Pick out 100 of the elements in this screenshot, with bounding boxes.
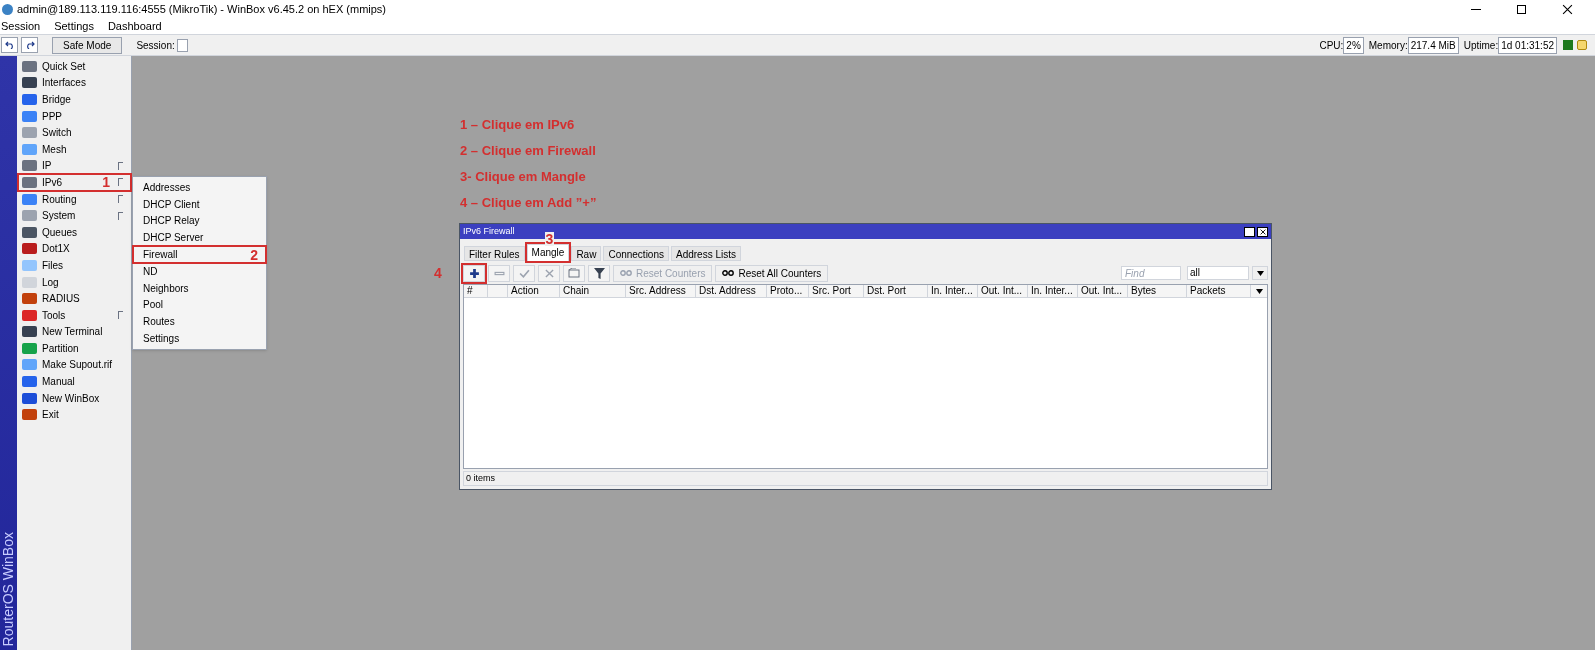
menu-bar-item[interactable]: Dashboard [107, 17, 162, 35]
menu-item[interactable]: Bridge [18, 91, 131, 108]
uptime-value: 1d 01:31:52 [1498, 36, 1557, 54]
filter-icon[interactable] [588, 264, 610, 282]
undo-icon[interactable] [1, 37, 18, 53]
menu-icon [22, 60, 37, 72]
menu-item[interactable]: IP [18, 157, 131, 175]
menu-item[interactable]: Interfaces [18, 74, 131, 92]
menu-bar-item[interactable]: Session [1, 17, 41, 35]
close-icon[interactable] [1257, 226, 1268, 237]
window-title: admin@189.113.119.116:4555 (MikroTik) - WinBox v6.45.2 on hEX (mmips) [17, 1, 388, 17]
menu-item[interactable]: Mesh [18, 140, 131, 158]
submenu-item[interactable]: Pool [133, 296, 266, 314]
column-header[interactable]: Dst. Address [696, 285, 767, 297]
column-header[interactable]: Packets [1187, 285, 1251, 297]
tab[interactable]: Address Lists [671, 246, 742, 261]
find-field[interactable]: Find [1121, 266, 1181, 280]
session-label: Session: [136, 38, 175, 53]
submenu-item[interactable]: Settings [133, 330, 266, 347]
menu-icon [22, 77, 37, 89]
reset-all-counters-button[interactable]: Reset All Counters [715, 264, 829, 282]
menu-icon [22, 143, 37, 155]
menu-item[interactable]: Partition [18, 340, 131, 357]
menu-icon [22, 193, 37, 205]
submenu-item[interactable]: DHCP Server [133, 229, 266, 247]
tab[interactable]: Filter Rules [464, 246, 525, 261]
memory-label: Memory: [1368, 38, 1408, 53]
submenu-item[interactable]: Routes [133, 313, 266, 331]
menu-item[interactable]: Log [18, 273, 131, 291]
minimize-icon[interactable] [1471, 8, 1481, 10]
cpu-label: CPU: [1319, 38, 1344, 53]
column-header[interactable]: Dst. Port [864, 285, 928, 297]
maximize-icon[interactable] [1244, 226, 1255, 237]
menu-item[interactable]: IPv6 1 [18, 174, 131, 191]
restore-icon[interactable] [1517, 4, 1526, 14]
redo-icon[interactable] [21, 37, 38, 53]
menu-item[interactable]: Dot1X [18, 240, 131, 258]
menu-icon [22, 226, 37, 238]
menu-item[interactable]: Switch [18, 124, 131, 141]
menu-item[interactable]: System [18, 207, 131, 224]
menu-item[interactable]: Queues [18, 223, 131, 241]
submenu-item[interactable]: Neighbors [133, 279, 266, 297]
instruction-text: 2 – Clique em Firewall [460, 142, 597, 159]
window-title: IPv6 Firewall [463, 224, 515, 238]
menu-item[interactable]: Tools [18, 306, 131, 324]
menu-item[interactable]: Make Supout.rif [18, 356, 131, 374]
menu-item[interactable]: Manual [18, 373, 131, 390]
brand-text: RouterOS WinBox [0, 531, 17, 646]
column-header[interactable]: Out. Int... [1078, 285, 1128, 297]
menu-item[interactable]: Files [18, 257, 131, 274]
status-text: 0 items [465, 473, 496, 484]
add-icon[interactable] [463, 264, 485, 282]
tab[interactable]: Connections [603, 246, 669, 261]
memory-value: 217.4 MiB [1407, 36, 1459, 54]
menu-item[interactable]: New WinBox [18, 389, 131, 407]
column-header[interactable]: Src. Address [626, 285, 696, 297]
submenu-item[interactable]: DHCP Relay [133, 212, 266, 230]
cpu-value: 2% [1343, 36, 1364, 54]
menu-icon [22, 176, 37, 188]
column-header[interactable]: In. Inter... [928, 285, 978, 297]
column-header[interactable]: Proto... [767, 285, 809, 297]
column-header[interactable]: # [464, 285, 488, 297]
menu-icon [22, 110, 37, 122]
close-icon[interactable] [1562, 3, 1573, 15]
tab[interactable]: Mangle [526, 244, 570, 261]
submenu-item[interactable]: ND [133, 263, 266, 280]
menu-item[interactable]: Routing [18, 190, 131, 208]
menu-item[interactable]: Exit [18, 406, 131, 424]
session-field[interactable] [176, 38, 188, 52]
menu-item[interactable]: Quick Set [18, 58, 131, 75]
menu-icon [22, 243, 37, 255]
column-header[interactable]: Src. Port [809, 285, 864, 297]
menu-icon [22, 293, 37, 305]
uptime-label: Uptime: [1463, 38, 1499, 53]
menu-item[interactable]: RADIUS [18, 290, 131, 307]
column-header[interactable]: Action [508, 285, 560, 297]
step-number: 4 [434, 266, 442, 280]
menu-icon [22, 276, 37, 288]
menu-item[interactable]: New Terminal [18, 323, 131, 341]
menu-icon [22, 127, 37, 139]
lock-icon [1577, 40, 1587, 50]
safe-mode-button[interactable]: Safe Mode [52, 36, 123, 54]
menu-item[interactable]: PPP [18, 107, 131, 125]
instruction-text: 3- Clique em Mangle [460, 168, 587, 185]
column-header[interactable]: In. Inter... [1028, 285, 1078, 297]
menu-bar-item[interactable]: Settings [54, 17, 94, 35]
app-icon [2, 3, 13, 15]
submenu-item[interactable]: DHCP Client [133, 195, 266, 213]
check-icon[interactable] [513, 264, 535, 282]
menu-icon [22, 326, 37, 338]
column-header[interactable]: Out. Int... [978, 285, 1028, 297]
menu-icon [22, 259, 37, 271]
column-header[interactable]: Bytes [1128, 285, 1187, 297]
dropdown-icon[interactable] [1252, 266, 1268, 280]
filter-dropdown[interactable]: all [1187, 266, 1249, 280]
submenu-item[interactable]: Firewall 2 [133, 246, 266, 263]
step-number: 3 [544, 232, 555, 246]
submenu-item[interactable]: Addresses [133, 179, 266, 196]
column-header[interactable]: Chain [560, 285, 626, 297]
tab[interactable]: Raw [571, 246, 602, 261]
